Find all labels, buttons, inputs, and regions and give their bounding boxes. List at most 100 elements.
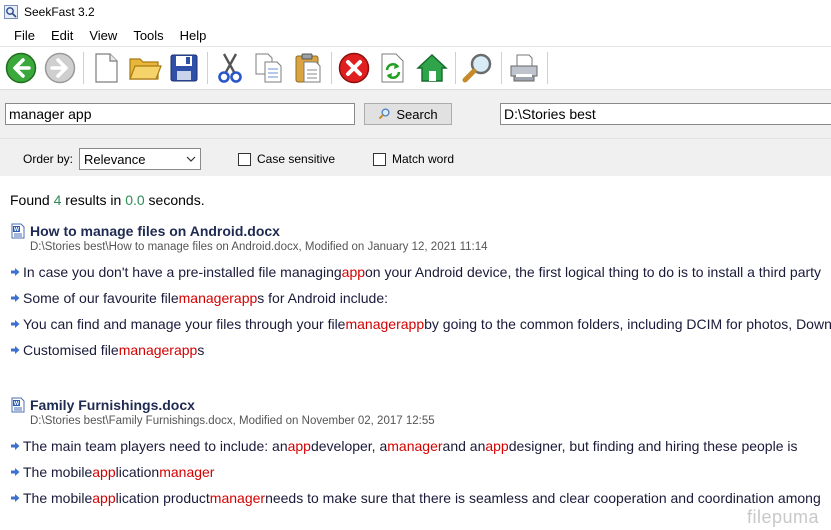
snippet-text: designer, but finding and hiring these p… — [508, 438, 798, 454]
snippet-line[interactable]: In case you don't have a pre-installed f… — [10, 264, 831, 280]
chevron-down-icon — [186, 156, 196, 162]
highlight-term: manager — [209, 490, 266, 506]
back-arrow-icon — [5, 52, 37, 84]
result-title-row[interactable]: W Family Furnishings.docx — [10, 396, 831, 414]
svg-text:W: W — [14, 401, 20, 407]
snippet-text: and an — [442, 438, 486, 454]
snippet-text: s — [197, 342, 205, 358]
new-button[interactable] — [88, 50, 124, 86]
toolbar-separator — [331, 52, 332, 84]
toolbar-separator — [455, 52, 456, 84]
word-document-icon: W — [11, 397, 25, 413]
stop-button[interactable] — [336, 50, 372, 86]
result-title-row[interactable]: W How to manage files on Android.docx — [10, 222, 831, 240]
home-button[interactable] — [414, 50, 450, 86]
results-summary: Found 4 results in 0.0 seconds. — [10, 192, 205, 208]
result-item: W Family Furnishings.docx D:\Stories bes… — [10, 396, 831, 506]
menu-edit[interactable]: Edit — [43, 25, 81, 46]
result-title[interactable]: How to manage files on Android.docx — [30, 223, 280, 239]
case-sensitive-option[interactable]: Case sensitive — [238, 152, 335, 166]
menu-view[interactable]: View — [81, 25, 125, 46]
snippet-text: on your Android device, the first logica… — [365, 264, 822, 280]
highlight-term: manager — [345, 316, 401, 332]
search-query-input[interactable] — [5, 103, 355, 125]
snippet-arrow-icon — [11, 320, 20, 328]
results-pane: Found 4 results in 0.0 seconds. W How to… — [0, 176, 831, 530]
back-button[interactable] — [3, 50, 39, 86]
highlight-term: app — [233, 290, 258, 306]
save-icon — [170, 54, 198, 82]
snippet-line[interactable]: You can find and manage your files throu… — [10, 316, 831, 332]
toolbar-separator — [501, 52, 502, 84]
highlight-term: app — [92, 464, 116, 480]
menu-bar: File Edit View Tools Help — [0, 24, 831, 46]
search-button[interactable]: Search — [364, 103, 452, 125]
snippet-line[interactable]: Some of our favourite file manager app s … — [10, 290, 831, 306]
folder-path-input[interactable] — [500, 103, 831, 125]
toolbar-separator — [207, 52, 208, 84]
print-icon — [510, 54, 538, 82]
snippet-line[interactable]: The main team players need to include: a… — [10, 438, 831, 454]
magnifier-icon — [462, 53, 492, 83]
highlight-term: manager — [387, 438, 443, 454]
highlight-term: manager — [118, 342, 174, 358]
title-bar: SeekFast 3.2 — [0, 0, 831, 24]
match-word-label: Match word — [392, 152, 455, 166]
result-meta: D:\Stories best\How to manage files on A… — [30, 241, 488, 253]
snippet-arrow-icon — [11, 494, 20, 502]
menu-tools[interactable]: Tools — [125, 25, 171, 46]
snippet-line[interactable]: Customised file manager app s — [10, 342, 831, 358]
order-by-label: Order by: — [23, 152, 74, 166]
snippet-text: lication — [115, 464, 160, 480]
save-button[interactable] — [166, 50, 202, 86]
case-sensitive-checkbox[interactable] — [238, 152, 251, 166]
search-bar: Search — [0, 90, 831, 138]
result-item: W How to manage files on Android.docx D:… — [10, 222, 831, 358]
toolbar-separator — [83, 52, 84, 84]
result-title[interactable]: Family Furnishings.docx — [30, 397, 195, 413]
window-title: SeekFast 3.2 — [24, 5, 95, 19]
toolbar — [0, 46, 831, 90]
search-icon — [379, 108, 390, 120]
cut-button[interactable] — [212, 50, 248, 86]
paste-icon — [295, 53, 321, 83]
order-by-select[interactable]: Relevance — [79, 148, 201, 170]
snippet-text: The mobile — [23, 490, 93, 506]
snippet-text: needs to make sure that there is seamles… — [265, 490, 821, 506]
case-sensitive-label: Case sensitive — [257, 152, 336, 166]
watermark: filepuma — [746, 507, 819, 527]
search-button-label: Search — [396, 106, 438, 122]
menu-help[interactable]: Help — [172, 25, 215, 46]
snippet-text: The main team players need to include: a… — [23, 438, 288, 454]
stop-icon — [338, 52, 370, 84]
snippet-text: by going to the common folders, includin… — [424, 316, 831, 332]
snippet-line[interactable]: The mobile app lication product manager n… — [10, 490, 831, 506]
paste-button[interactable] — [290, 50, 326, 86]
open-button[interactable] — [127, 50, 163, 86]
results-seconds: 0.0 — [125, 192, 145, 208]
snippet-text: lication product — [115, 490, 210, 506]
refresh-button[interactable] — [375, 50, 411, 86]
snippet-text: Customised file — [23, 342, 119, 358]
find-button[interactable] — [460, 50, 496, 86]
copy-button[interactable] — [251, 50, 287, 86]
print-button[interactable] — [506, 50, 542, 86]
match-word-option[interactable]: Match word — [373, 152, 454, 166]
menu-file[interactable]: File — [6, 25, 43, 46]
toolbar-separator — [547, 52, 548, 84]
match-word-checkbox[interactable] — [373, 152, 386, 166]
result-meta: D:\Stories best\Family Furnishings.docx,… — [30, 415, 435, 427]
forward-arrow-icon — [44, 52, 76, 84]
forward-button[interactable] — [42, 50, 78, 86]
snippet-arrow-icon — [11, 468, 20, 476]
options-bar: Order by: Relevance Case sensitive Match… — [0, 138, 831, 176]
snippet-text: developer, a — [310, 438, 388, 454]
snippet-line[interactable]: The mobile app lication manager — [10, 464, 831, 480]
snippet-arrow-icon — [11, 268, 20, 276]
result-snippets: The main team players need to include: a… — [10, 438, 831, 506]
copy-icon — [255, 53, 282, 83]
snippet-text: Some of our favourite file — [23, 290, 179, 306]
highlight-term: app — [287, 438, 311, 454]
order-by-value: Relevance — [84, 151, 146, 167]
highlight-term: app — [341, 264, 366, 280]
